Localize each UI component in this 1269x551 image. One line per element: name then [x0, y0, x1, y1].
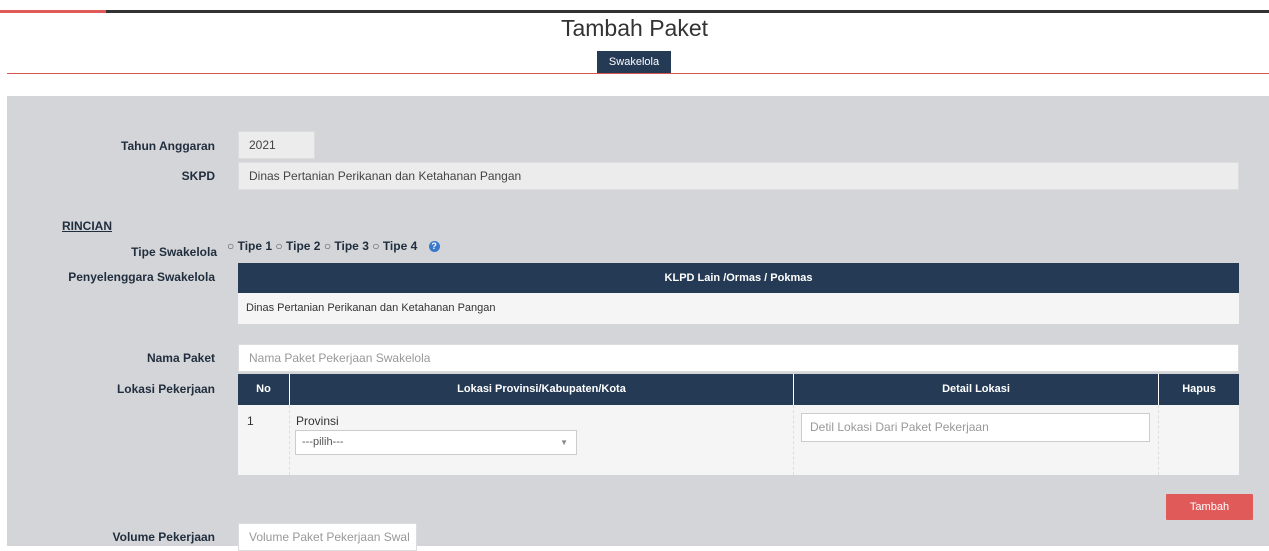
top-accent	[0, 10, 106, 13]
nama-paket-input[interactable]: Nama Paket Pekerjaan Swakelola	[238, 344, 1239, 372]
lokasi-pekerjaan-label: Lokasi Pekerjaan	[116, 382, 215, 396]
top-border	[0, 10, 1269, 13]
skpd-label: SKPD	[181, 169, 215, 183]
volume-pekerjaan-label: Volume Pekerjaan	[112, 530, 216, 544]
penyelenggara-label: Penyelenggara Swakelola	[68, 270, 215, 284]
detail-lokasi-input[interactable]: Detil Lokasi Dari Paket Pekerjaan	[801, 413, 1150, 442]
row-number: 1	[247, 414, 254, 428]
provinsi-select-value: ---pilih---	[302, 436, 344, 448]
radio-tipe-4[interactable]: ○	[372, 239, 379, 253]
col-no: No	[238, 374, 289, 405]
tipe-swakelola-label: Tipe Swakelola	[131, 245, 217, 259]
tahun-anggaran-field: 2021	[238, 131, 315, 159]
penyelenggara-value: Dinas Pertanian Perikanan dan Ketahanan …	[238, 293, 1239, 324]
question-circle-icon[interactable]: ?	[428, 241, 440, 253]
chevron-down-icon: ▼	[560, 438, 568, 447]
col-hapus: Hapus	[1158, 374, 1239, 405]
radio-tipe-2[interactable]: ○	[275, 239, 282, 253]
col-lokasi: Lokasi Provinsi/Kabupaten/Kota	[289, 374, 793, 405]
cell-divider	[289, 405, 290, 475]
radio-tipe-1[interactable]: ○	[227, 239, 234, 253]
tahun-anggaran-label: Tahun Anggaran	[121, 139, 215, 153]
tambah-button[interactable]: Tambah	[1166, 494, 1253, 520]
penyelenggara-header: KLPD Lain /Ormas / Pokmas	[238, 263, 1239, 293]
rincian-heading: RINCIAN	[62, 219, 112, 233]
radio-tipe-3[interactable]: ○	[324, 239, 331, 253]
provinsi-label: Provinsi	[296, 414, 339, 428]
radio-tipe-2-label[interactable]: Tipe 2	[286, 239, 320, 253]
title-divider	[7, 73, 1269, 74]
skpd-field: Dinas Pertanian Perikanan dan Ketahanan …	[238, 162, 1239, 190]
radio-tipe-3-label[interactable]: Tipe 3	[334, 239, 368, 253]
radio-tipe-4-label[interactable]: Tipe 4	[383, 239, 417, 253]
col-detail-lokasi: Detail Lokasi	[793, 374, 1158, 405]
cell-divider	[793, 405, 794, 475]
provinsi-select[interactable]: ---pilih--- ▼	[295, 430, 577, 455]
radio-tipe-1-label[interactable]: Tipe 1	[238, 239, 272, 253]
cell-divider	[1158, 405, 1159, 475]
tipe-swakelola-radios: ○ Tipe 1 ○ Tipe 2 ○ Tipe 3 ○ Tipe 4 ?	[227, 239, 440, 253]
volume-pekerjaan-input[interactable]: Volume Paket Pekerjaan Swal	[238, 523, 417, 551]
nama-paket-label: Nama Paket	[146, 351, 215, 365]
page-title: Tambah Paket	[560, 15, 709, 41]
tab-swakelola[interactable]: Swakelola	[597, 51, 671, 73]
